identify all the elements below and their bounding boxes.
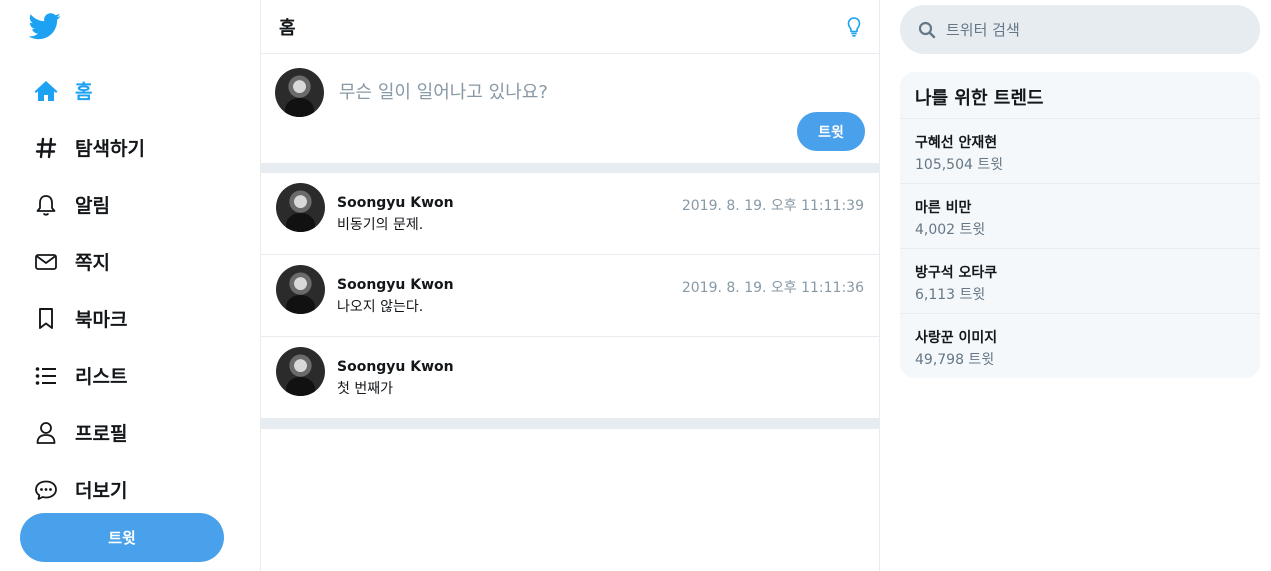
trend-item[interactable]: 마른 비만 4,002 트윗 [900, 184, 1260, 249]
page-title: 홈 [279, 17, 296, 39]
nav-item-more[interactable]: 더보기 [33, 461, 145, 518]
trend-count: 49,798 트윗 [915, 352, 995, 368]
home-icon [33, 78, 59, 104]
avatar[interactable] [276, 183, 325, 232]
tweet-item[interactable]: Soongyu Kwon 2019. 8. 19. 오후 11:11:36 나오… [261, 255, 879, 337]
right-sidebar: 나를 위한 트렌드 구혜선 안재현 105,504 트윗 마른 비만 4,002… [880, 0, 1271, 571]
tweet-timestamp: 2019. 8. 19. 오후 11:11:36 [681, 280, 864, 296]
nav-label-messages: 쪽지 [75, 252, 110, 274]
trend-count: 6,113 트윗 [915, 287, 986, 303]
feed-divider [261, 419, 879, 429]
trend-count: 4,002 트윗 [915, 222, 986, 238]
nav-item-bookmarks[interactable]: 북마크 [33, 290, 145, 347]
bell-icon [33, 192, 59, 218]
tweet-feed: Soongyu Kwon 2019. 8. 19. 오후 11:11:39 비동… [261, 173, 879, 429]
nav-label-home: 홈 [75, 81, 93, 103]
trend-item[interactable]: 방구석 오타쿠 6,113 트윗 [900, 249, 1260, 314]
trends-panel: 나를 위한 트렌드 구혜선 안재현 105,504 트윗 마른 비만 4,002… [900, 72, 1260, 378]
tweet-input[interactable] [339, 82, 859, 103]
nav-label-bookmarks: 북마크 [75, 309, 128, 331]
avatar[interactable] [276, 347, 325, 396]
main-column: 홈 트윗 Soongyu Kwon 2019. 8. 19. 오후 11:11:… [261, 0, 880, 571]
lightbulb-icon[interactable] [843, 16, 865, 38]
main-nav: 홈 탐색하기 알림 쪽지 북마크 리스트 프로필 더보기 [33, 62, 145, 518]
tweet-item[interactable]: Soongyu Kwon 첫 번째가 [261, 337, 879, 419]
nav-item-explore[interactable]: 탐색하기 [33, 119, 145, 176]
twitter-logo-icon[interactable] [29, 10, 61, 42]
trend-item[interactable]: 사랑꾼 이미지 49,798 트윗 [900, 314, 1260, 378]
trend-name: 방구석 오타쿠 [915, 265, 998, 281]
nav-label-profile: 프로필 [75, 423, 128, 445]
list-icon [33, 363, 59, 389]
tweet-author[interactable]: Soongyu Kwon [337, 277, 454, 293]
nav-label-explore: 탐색하기 [75, 138, 145, 160]
tweet-text: 나오지 않는다. [337, 299, 424, 315]
main-header: 홈 [261, 0, 879, 54]
nav-label-more: 더보기 [75, 480, 128, 502]
nav-label-lists: 리스트 [75, 366, 128, 388]
tweet-text: 비동기의 문제. [337, 217, 424, 233]
nav-item-messages[interactable]: 쪽지 [33, 233, 145, 290]
trend-name: 사랑꾼 이미지 [915, 330, 998, 346]
trend-item[interactable]: 구혜선 안재현 105,504 트윗 [900, 119, 1260, 184]
left-sidebar: 홈 탐색하기 알림 쪽지 북마크 리스트 프로필 더보기 트윗 [0, 0, 261, 571]
nav-item-lists[interactable]: 리스트 [33, 347, 145, 404]
user-icon [33, 420, 59, 446]
bookmark-icon [33, 306, 59, 332]
trend-name: 마른 비만 [915, 200, 972, 216]
mail-icon [33, 249, 59, 275]
sidebar-tweet-button[interactable]: 트윗 [20, 513, 224, 562]
nav-item-home[interactable]: 홈 [33, 62, 145, 119]
tweet-timestamp: 2019. 8. 19. 오후 11:11:39 [681, 198, 864, 214]
search-input[interactable] [946, 20, 1246, 39]
trends-title: 나를 위한 트렌드 [900, 72, 1260, 119]
search-box[interactable] [900, 5, 1260, 54]
trend-count: 105,504 트윗 [915, 157, 1004, 173]
tweet-composer: 트윗 [261, 54, 879, 173]
nav-item-profile[interactable]: 프로필 [33, 404, 145, 461]
tweet-author[interactable]: Soongyu Kwon [337, 359, 454, 375]
tweet-item[interactable]: Soongyu Kwon 2019. 8. 19. 오후 11:11:39 비동… [261, 173, 879, 255]
hashtag-icon [33, 135, 59, 161]
composer-tweet-button[interactable]: 트윗 [797, 112, 865, 151]
avatar[interactable] [275, 68, 324, 117]
tweet-text: 첫 번째가 [337, 381, 393, 397]
tweet-author[interactable]: Soongyu Kwon [337, 195, 454, 211]
more-bubble-icon [33, 477, 59, 503]
nav-item-notifications[interactable]: 알림 [33, 176, 145, 233]
avatar[interactable] [276, 265, 325, 314]
trend-name: 구혜선 안재현 [915, 135, 998, 151]
search-icon [918, 21, 936, 38]
nav-label-notifications: 알림 [75, 195, 110, 217]
